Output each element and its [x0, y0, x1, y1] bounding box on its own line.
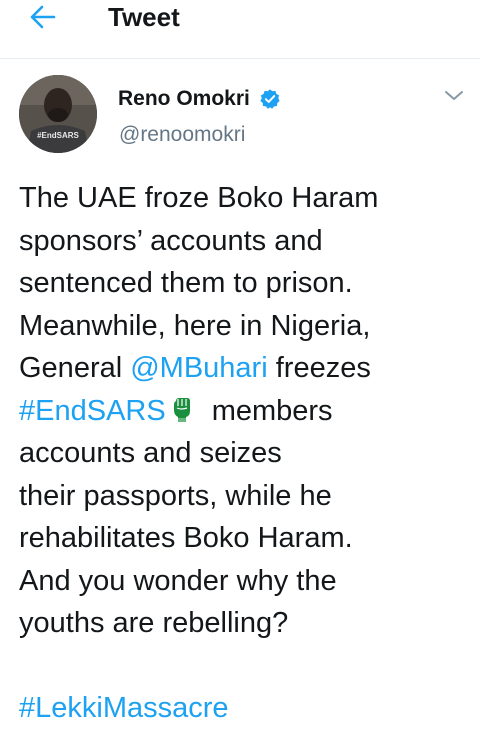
tweet-line: sponsors’ accounts and — [19, 224, 323, 257]
top-bar: Tweet — [0, 0, 480, 59]
verified-badge-icon — [260, 89, 280, 109]
tweet-line: The UAE froze Boko Haram — [19, 182, 379, 214]
tweet-line: General @MBuhari freezes — [19, 347, 469, 390]
tweet-line: And you wonder why the — [19, 564, 337, 597]
hashtag-link[interactable]: #LekkiMassacre — [19, 692, 229, 724]
tweet-text-segment: General — [19, 352, 131, 384]
tweet-text-segment: freezes — [267, 352, 371, 384]
tweet-text: The UAE froze Boko Haram sponsors’ accou… — [19, 177, 469, 730]
tweet-line: sentenced them to prison. — [19, 267, 353, 299]
avatar-shirt-text: #EndSARS — [37, 131, 79, 140]
tweet-line: #LekkiMassacre — [19, 687, 469, 730]
author-name[interactable]: Reno Omokri — [118, 86, 250, 112]
arrow-left-icon — [30, 5, 56, 29]
tweet-line: accounts and seizes — [19, 437, 282, 469]
tweet-line: youths are rebelling? — [19, 607, 289, 639]
chevron-down-icon[interactable] — [443, 88, 465, 104]
tweet-line: rehabilitates Boko Haram. — [19, 522, 353, 554]
author-handle[interactable]: @renoomokri — [119, 122, 245, 148]
tweet-line: Meanwhile, here in Nigeria, — [19, 309, 371, 342]
page-title: Tweet — [108, 2, 180, 32]
mention-link[interactable]: @MBuhari — [130, 352, 267, 384]
tweet-line: their passports, while he — [19, 479, 332, 512]
hashtag-link[interactable]: #EndSARS — [19, 395, 166, 427]
tweet-text-segment: members — [211, 394, 333, 427]
raised-fist-emoji-icon — [173, 397, 190, 422]
back-button[interactable] — [18, 2, 58, 32]
avatar[interactable]: #EndSARS — [19, 75, 97, 153]
avatar-image: #EndSARS — [19, 75, 97, 153]
tweet-line: #EndSARS members — [19, 390, 469, 433]
